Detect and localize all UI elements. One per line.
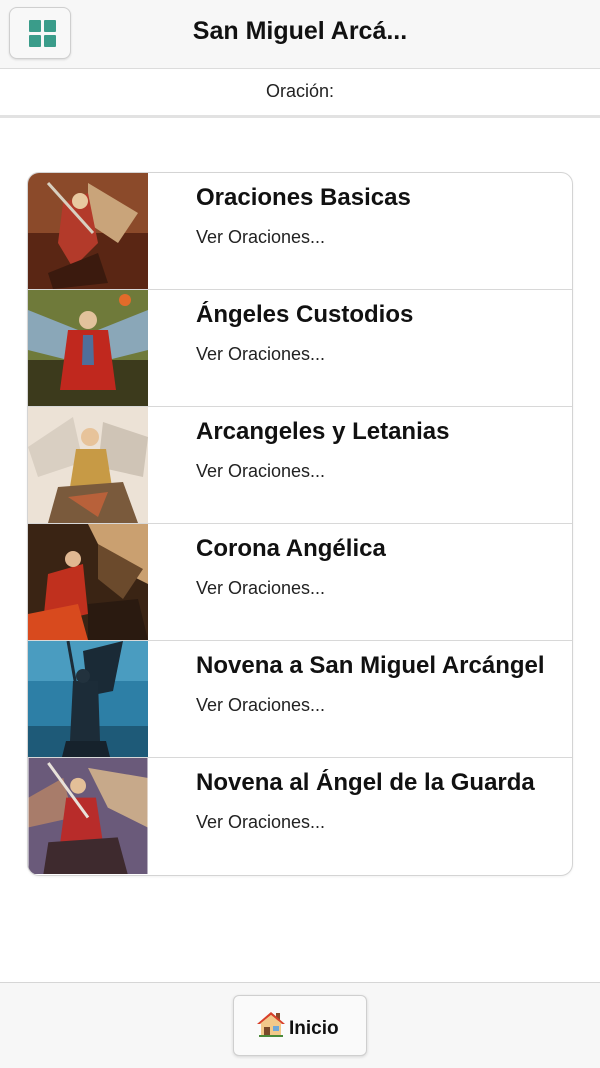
item-subtitle: Ver Oraciones... [196, 461, 326, 481]
list-item[interactable]: Corona Angélica Ver Oraciones... [28, 524, 572, 641]
list-item[interactable]: Oraciones Basicas Ver Oraciones... [28, 173, 572, 290]
home-label: Inicio [289, 1018, 339, 1039]
item-title: Novena a San Miguel Arcángel [196, 652, 545, 679]
item-subtitle: Ver Oraciones... [196, 227, 326, 247]
page-title: San Miguel Arcá... [192, 17, 408, 45]
archangel-thumbnail [28, 173, 148, 289]
item-subtitle: Ver Oraciones... [196, 578, 326, 598]
app-header: San Miguel Arcá... [0, 0, 600, 69]
item-title: Arcangeles y Letanias [196, 418, 450, 445]
footer-bar: Inicio [0, 982, 600, 1068]
subheader: Oración: [0, 69, 600, 118]
item-title: Oraciones Basicas [196, 184, 411, 211]
archangel-thumbnail [28, 290, 148, 406]
grid-icon [29, 20, 56, 47]
item-subtitle: Ver Oraciones... [196, 344, 326, 364]
item-subtitle: Ver Oraciones... [196, 695, 326, 715]
item-title: Novena al Ángel de la Guarda [196, 769, 535, 796]
list-item[interactable]: Novena a San Miguel Arcángel Ver Oracion… [28, 641, 572, 758]
list-item[interactable]: Ángeles Custodios Ver Oraciones... [28, 290, 572, 407]
archangel-thumbnail [28, 524, 148, 640]
list-item[interactable]: Arcangeles y Letanias Ver Oraciones... [28, 407, 572, 524]
item-title: Corona Angélica [196, 535, 386, 562]
archangel-thumbnail [28, 641, 148, 757]
list-item[interactable]: Novena al Ángel de la Guarda Ver Oracion… [28, 758, 572, 875]
house-icon [257, 1012, 285, 1037]
item-title: Ángeles Custodios [196, 301, 414, 328]
home-button[interactable]: Inicio [233, 995, 367, 1056]
section-label: Oración: [265, 81, 335, 101]
archangel-thumbnail [28, 758, 148, 874]
prayer-list: Oraciones Basicas Ver Oraciones... Ángel… [27, 172, 573, 876]
item-subtitle: Ver Oraciones... [196, 812, 326, 832]
archangel-thumbnail [28, 407, 148, 523]
menu-button[interactable] [9, 7, 71, 59]
